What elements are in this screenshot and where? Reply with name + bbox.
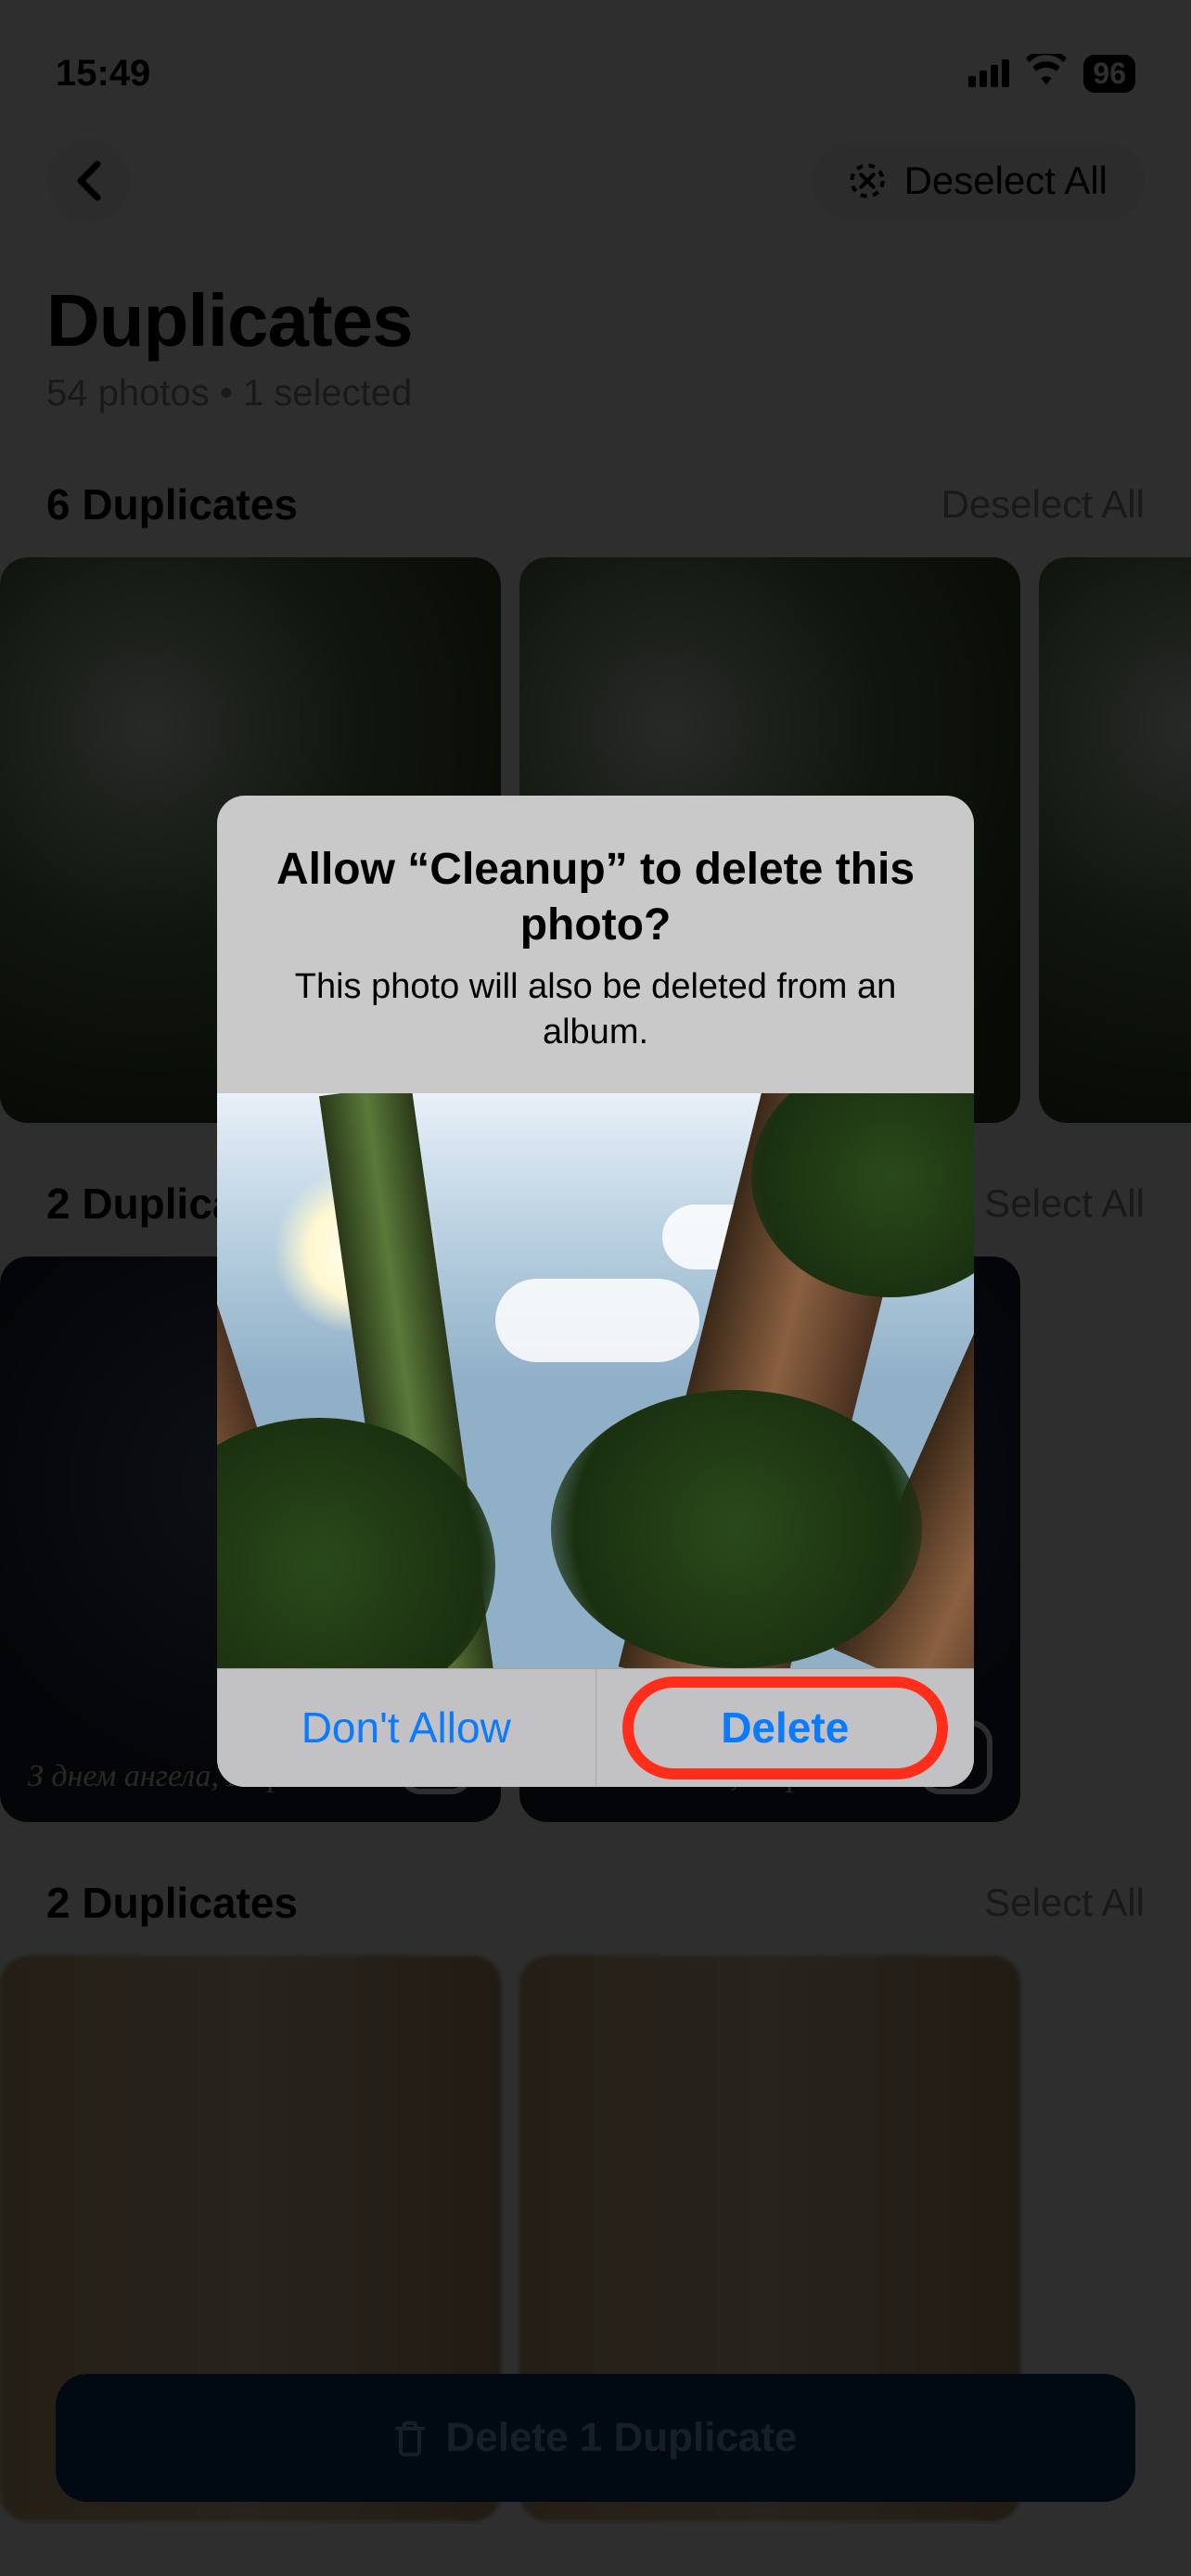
- dont-allow-button[interactable]: Don't Allow: [217, 1669, 596, 1787]
- alert-message: This photo will also be deleted from an …: [263, 964, 928, 1056]
- delete-button[interactable]: Delete: [596, 1669, 975, 1787]
- alert-title: Allow “Cleanup” to delete this photo?: [263, 842, 928, 953]
- permission-alert: Allow “Cleanup” to delete this photo? Th…: [217, 796, 974, 1787]
- dont-allow-label: Don't Allow: [301, 1702, 511, 1753]
- alert-actions: Don't Allow Delete: [217, 1668, 974, 1787]
- alert-photo-preview: [217, 1093, 974, 1668]
- alert-header: Allow “Cleanup” to delete this photo? Th…: [217, 796, 974, 1093]
- delete-label: Delete: [721, 1702, 849, 1753]
